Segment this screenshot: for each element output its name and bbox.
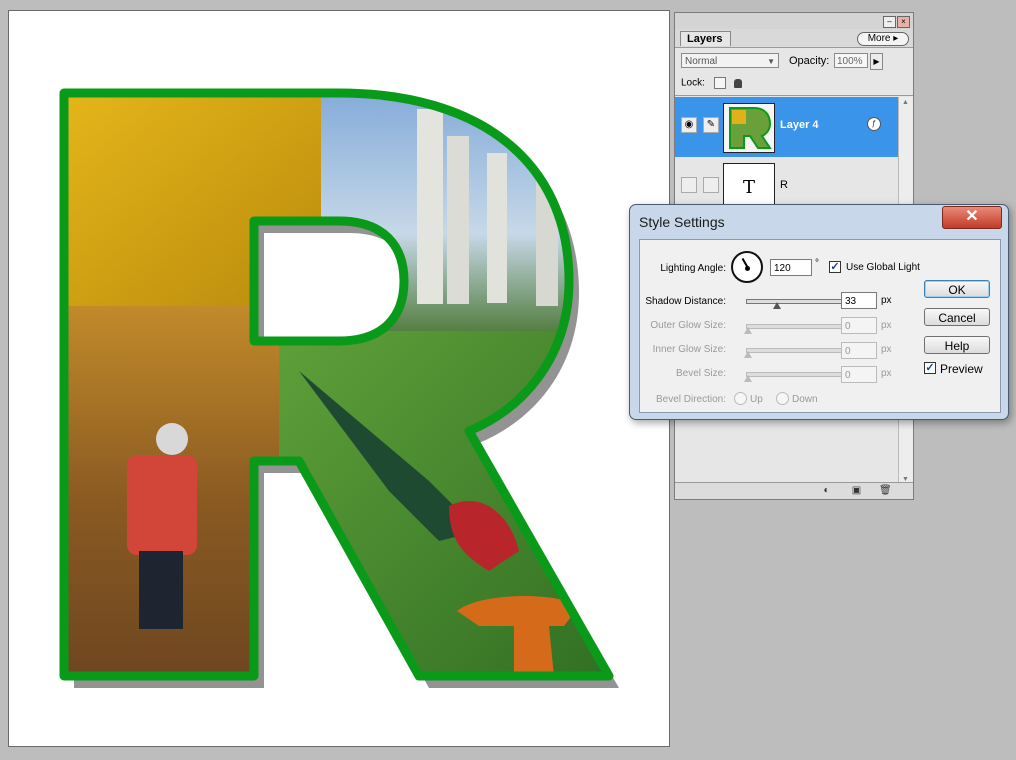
- bevel-size-field: 0: [841, 366, 877, 383]
- angle-dial-center: [745, 266, 750, 271]
- cancel-button[interactable]: Cancel: [924, 308, 990, 326]
- lock-transparency-icon[interactable]: [713, 77, 726, 89]
- tab-layers[interactable]: Layers: [680, 31, 732, 46]
- new-layer-icon[interactable]: ▣: [851, 485, 862, 496]
- opacity-label: Opacity:: [789, 55, 830, 67]
- outer-glow-field: 0: [841, 317, 877, 334]
- chevron-down-icon: ▼: [767, 57, 775, 66]
- inner-glow-value: 0: [845, 346, 851, 357]
- lock-label: Lock:: [681, 77, 705, 89]
- layer-row[interactable]: ◉ ✎ Layer 4 ƒ: [675, 97, 899, 157]
- blend-mode-value: Normal: [685, 56, 718, 67]
- lighting-angle-field[interactable]: 120: [770, 259, 812, 276]
- palette-footer: ◐ ▣ 🗑: [675, 482, 913, 499]
- document-canvas[interactable]: [8, 10, 670, 747]
- bevel-size-value: 0: [845, 370, 851, 381]
- more-button[interactable]: More ▸: [857, 32, 909, 46]
- outer-glow-label: Outer Glow Size:: [650, 320, 726, 331]
- ok-button[interactable]: OK: [924, 280, 990, 298]
- px-unit-label: px: [881, 320, 892, 331]
- slider-thumb: [744, 327, 752, 334]
- px-unit-label: px: [881, 368, 892, 379]
- dialog-title: Style Settings: [639, 214, 725, 230]
- style-settings-dialog: Style Settings ✕ Lighting Angle: 120 ° ✓…: [629, 204, 1009, 420]
- slider-thumb[interactable]: [773, 302, 781, 309]
- lighting-angle-label: Lighting Angle:: [660, 263, 726, 274]
- preview-checkbox[interactable]: ✓: [924, 362, 936, 374]
- opacity-field[interactable]: 100%: [834, 53, 868, 68]
- visibility-eye-icon[interactable]: [681, 177, 697, 193]
- bevel-up-radio: [734, 392, 747, 405]
- divider: [675, 95, 913, 96]
- text-layer-icon: T: [742, 177, 755, 198]
- opacity-arrow-icon[interactable]: ▶: [870, 53, 883, 70]
- inner-glow-slider: [744, 348, 846, 358]
- shadow-distance-field[interactable]: 33: [841, 292, 877, 309]
- bevel-down-label: Down: [792, 394, 818, 405]
- use-global-light-label: Use Global Light: [846, 262, 920, 273]
- brush-icon[interactable]: ✎: [703, 117, 719, 133]
- help-button[interactable]: Help: [924, 336, 990, 354]
- brush-icon[interactable]: [703, 177, 719, 193]
- bevel-down-radio: [776, 392, 789, 405]
- layer-style-icon[interactable]: ƒ: [867, 117, 881, 131]
- outer-glow-value: 0: [845, 321, 851, 332]
- shadow-distance-label: Shadow Distance:: [645, 296, 726, 307]
- scroll-up-icon[interactable]: ▲: [902, 99, 909, 106]
- angle-dial[interactable]: [731, 251, 763, 283]
- bevel-size-label: Bevel Size:: [675, 368, 726, 379]
- slider-thumb: [744, 375, 752, 382]
- layer-name: Layer 4: [780, 119, 819, 131]
- adjustment-layer-icon[interactable]: ◐: [821, 485, 832, 496]
- lock-all-icon[interactable]: [734, 78, 743, 88]
- more-label: More: [867, 33, 891, 44]
- bevel-up-label: Up: [750, 394, 763, 405]
- blend-mode-select[interactable]: Normal ▼: [681, 53, 779, 68]
- use-global-light-checkbox[interactable]: ✓: [829, 261, 841, 273]
- degree-label: °: [815, 258, 819, 269]
- outer-glow-slider: [744, 324, 846, 334]
- palette-titlebar[interactable]: – ×: [675, 13, 913, 29]
- close-icon[interactable]: ×: [897, 16, 910, 28]
- letter-r-collage: [59, 88, 619, 688]
- bevel-direction-label: Bevel Direction:: [655, 394, 726, 405]
- layer-name: R: [780, 179, 788, 191]
- visibility-eye-icon[interactable]: ◉: [681, 117, 697, 133]
- close-icon[interactable]: ✕: [942, 206, 1002, 229]
- layer-thumbnail: [723, 103, 775, 153]
- shadow-distance-slider[interactable]: [746, 299, 846, 309]
- px-unit-label: px: [881, 295, 892, 306]
- inner-glow-field: 0: [841, 342, 877, 359]
- preview-label: Preview: [940, 362, 983, 376]
- trash-icon[interactable]: 🗑: [879, 485, 892, 496]
- px-unit-label: px: [881, 344, 892, 355]
- inner-glow-label: Inner Glow Size:: [652, 344, 726, 355]
- minimize-icon[interactable]: –: [883, 16, 896, 28]
- slider-thumb: [744, 351, 752, 358]
- bevel-size-slider: [744, 372, 846, 382]
